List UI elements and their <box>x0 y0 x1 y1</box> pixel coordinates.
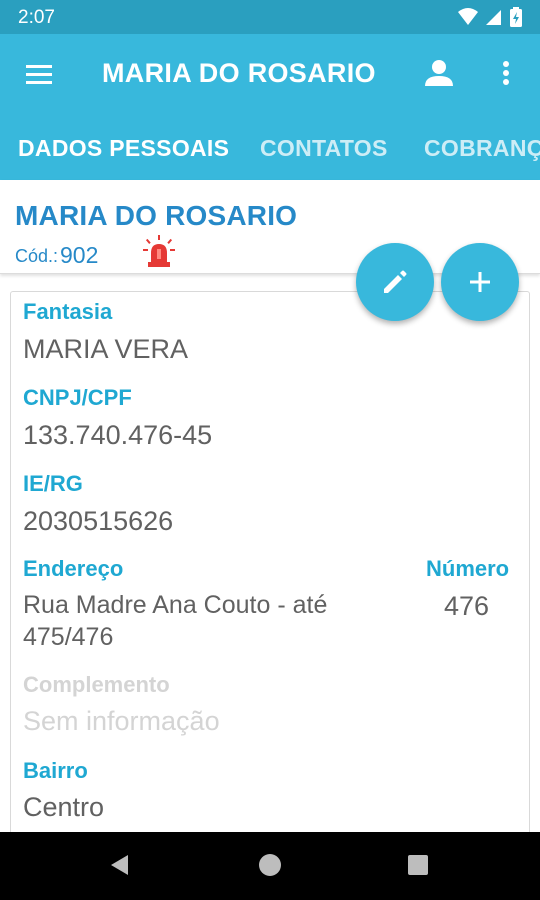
tab-dados-pessoais[interactable]: DADOS PESSOAIS <box>18 126 229 180</box>
ie-rg-label: IE/RG <box>23 471 83 496</box>
edit-button[interactable] <box>356 243 434 321</box>
person-icon <box>425 60 453 86</box>
tab-contatos[interactable]: CONTATOS <box>260 126 388 180</box>
status-icons <box>458 7 522 27</box>
ie-rg-value: 2030515626 <box>23 506 174 536</box>
cnpj-cpf-value: 133.740.476-45 <box>23 420 213 450</box>
menu-icon <box>26 65 52 84</box>
battery-icon <box>510 7 522 27</box>
client-code-label: Cód.: <box>15 246 59 266</box>
tab-cobranca[interactable]: COBRANÇ <box>424 126 540 180</box>
complemento-label: Complemento <box>23 672 170 697</box>
bairro-value: Centro <box>23 792 105 822</box>
more-vert-icon <box>503 61 509 85</box>
client-details-card: Fantasia MARIA VERA CNPJ/CPF 133.740.476… <box>10 291 530 851</box>
status-time: 2:07 <box>18 7 55 28</box>
fantasia-label: Fantasia <box>23 299 113 324</box>
tab-bar: DADOS PESSOAIS CONTATOS COBRANÇ <box>0 126 540 180</box>
add-button[interactable] <box>441 243 519 321</box>
plus-icon <box>470 272 490 292</box>
app-bar: MARIA DO ROSARIO DADOS PESSOAIS CONTATOS… <box>0 34 540 180</box>
fantasia-value: MARIA VERA <box>23 334 189 364</box>
endereco-label: Endereço <box>23 556 124 581</box>
recent-apps-icon[interactable] <box>408 855 428 875</box>
status-bar: 2:07 <box>0 0 540 34</box>
endereco-value-line2: 475/476 <box>23 623 114 651</box>
back-icon[interactable] <box>108 853 132 877</box>
system-nav-bar <box>0 832 540 900</box>
siren-icon <box>143 235 175 267</box>
home-icon[interactable] <box>259 854 281 876</box>
bairro-label: Bairro <box>23 758 88 783</box>
signal-icon <box>486 10 501 25</box>
menu-button[interactable] <box>24 60 56 92</box>
app-title: MARIA DO ROSARIO <box>102 58 376 88</box>
client-name: MARIA DO ROSARIO <box>15 200 298 231</box>
cnpj-cpf-label: CNPJ/CPF <box>23 385 132 410</box>
more-options-button[interactable] <box>494 56 518 90</box>
endereco-value-line1: Rua Madre Ana Couto - até <box>23 591 328 619</box>
pencil-icon <box>384 270 407 293</box>
profile-button[interactable] <box>422 56 456 90</box>
wifi-icon <box>458 8 478 25</box>
complemento-value: Sem informação <box>23 706 220 736</box>
numero-label: Número <box>426 556 510 581</box>
client-code-value: 902 <box>60 242 99 268</box>
numero-value: 476 <box>444 591 490 621</box>
